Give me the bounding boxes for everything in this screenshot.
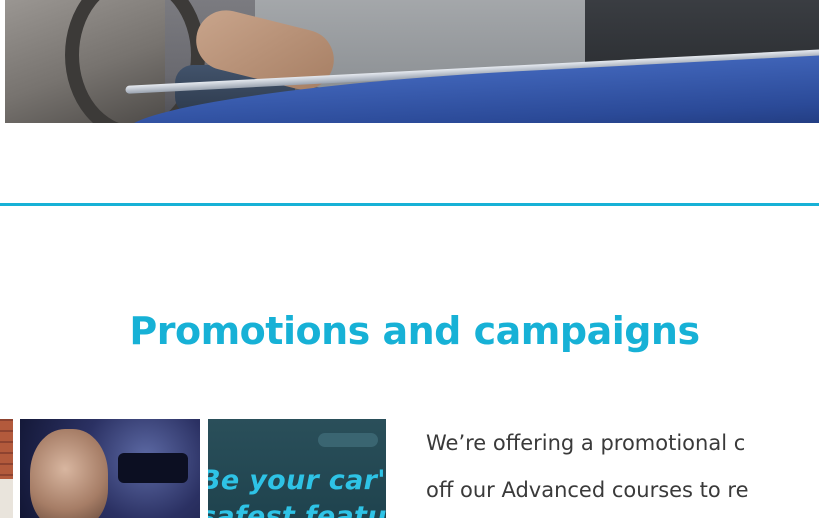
thumbnail-caption-line2: safest featu <box>208 501 386 518</box>
promo-description-line1: We’re offering a promotional c <box>426 431 746 455</box>
driver-face <box>30 429 108 518</box>
promo-description: We’re offering a promotional c off our A… <box>426 420 819 514</box>
promo-thumbnail-brick[interactable] <box>0 419 13 518</box>
promo-description-line2: off our Advanced courses to re <box>426 478 749 502</box>
rearview-mirror <box>118 453 188 483</box>
section-title: Promotions and campaigns <box>129 309 700 353</box>
promo-thumbnail-driver[interactable] <box>20 419 200 518</box>
promo-thumbnail-campaign[interactable]: Be your car's safest featu <box>208 419 386 518</box>
thumbnail-caption-line1: Be your car's <box>208 465 386 496</box>
section-divider <box>0 203 819 206</box>
hero-image <box>5 0 819 123</box>
thumbnail-cloud <box>318 433 378 447</box>
